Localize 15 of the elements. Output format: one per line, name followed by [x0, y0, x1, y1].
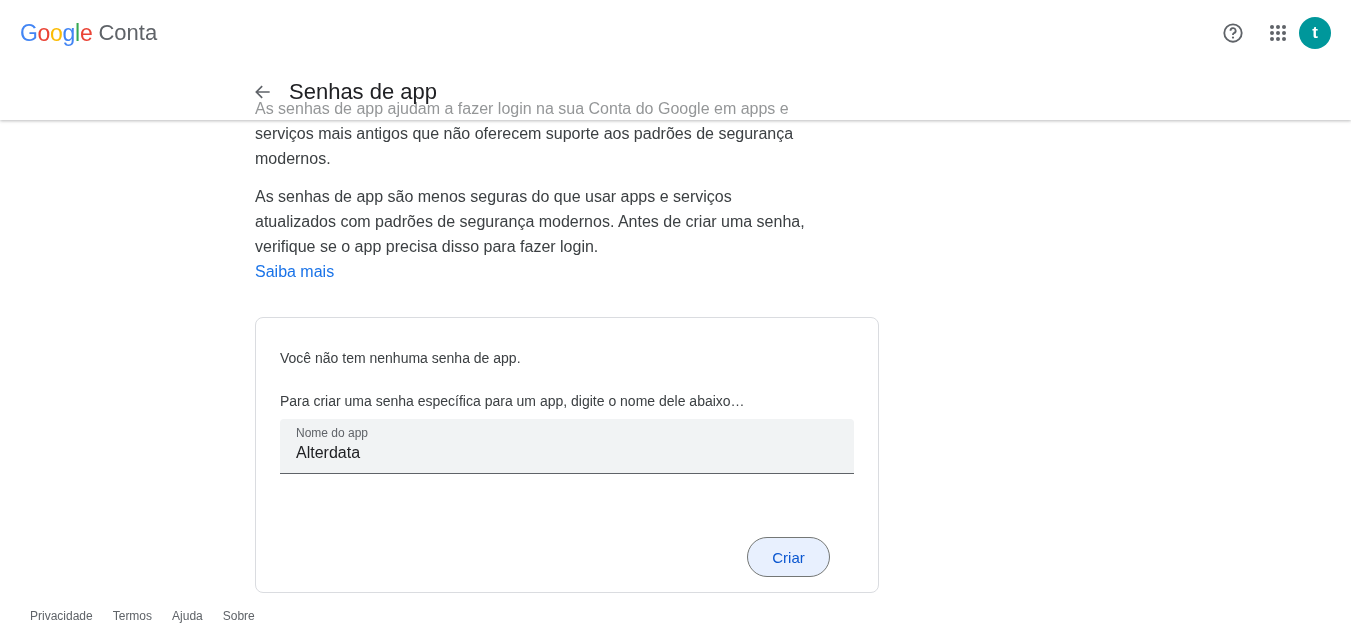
logo[interactable]: Google [20, 19, 93, 47]
intro-paragraph: As senhas de app são menos seguras do que usar apps e serviços atualizados com padrões de segurança modernos. Antes de criar uma senha, verifique se o app precisa disso para fazer login. [255, 187, 806, 257]
footer-link[interactable]: Privacidade [30, 609, 93, 623]
create-button[interactable]: Criar [747, 537, 830, 577]
footer-link[interactable]: Ajuda [172, 609, 203, 623]
help-icon[interactable] [1222, 22, 1244, 44]
empty-message: Você não tem nenhuma senha de app. [280, 349, 522, 368]
learn-more-link[interactable]: Saiba mais [255, 263, 335, 280]
avatar[interactable]: t [1299, 17, 1331, 49]
footer-link[interactable]: Sobre [222, 609, 255, 623]
product-name: Conta [98, 20, 158, 46]
footer-link[interactable]: Termos [112, 609, 153, 623]
apps-grid-icon[interactable] [1269, 24, 1287, 42]
instruction-text: Para criar uma senha específica para um app, digite o nome dele abaixo… [280, 392, 746, 411]
input-field[interactable]: Nome do app Alterdata [280, 419, 854, 474]
